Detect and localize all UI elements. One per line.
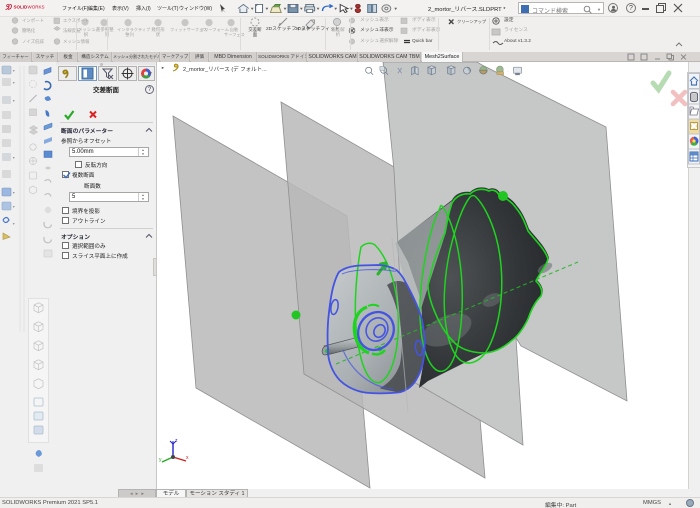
svg-text:·: · [405,70,406,74]
svg-text:▼: ▼ [12,99,15,103]
svg-text:▼: ▼ [12,156,15,160]
svg-text:▼: ▼ [265,7,270,12]
svg-text:▼: ▼ [12,222,15,226]
svg-text:·: · [439,70,440,74]
svg-text:▼: ▼ [12,205,15,209]
svg-text:▼: ▼ [12,191,15,195]
svg-text:·: · [421,70,422,74]
svg-text:▼: ▼ [283,7,288,12]
svg-text:·: · [374,70,375,74]
svg-text:▼: ▼ [12,81,15,85]
svg-text:▼: ▼ [299,7,304,12]
svg-text:WORKS: WORKS [28,5,45,10]
svg-text:▼: ▼ [316,7,321,12]
svg-text:SOLID: SOLID [14,5,29,10]
svg-text:▼: ▼ [250,7,255,12]
svg-text:▼: ▼ [12,69,15,73]
svg-text:·: · [459,70,460,74]
svg-text:▼: ▼ [393,7,398,12]
svg-text:▼: ▼ [333,7,338,12]
svg-text:·: · [390,70,391,74]
svg-text:·: · [491,70,492,74]
svg-text:▼: ▼ [349,7,354,12]
svg-text:·: · [507,70,508,74]
svg-text:·: · [474,70,475,74]
